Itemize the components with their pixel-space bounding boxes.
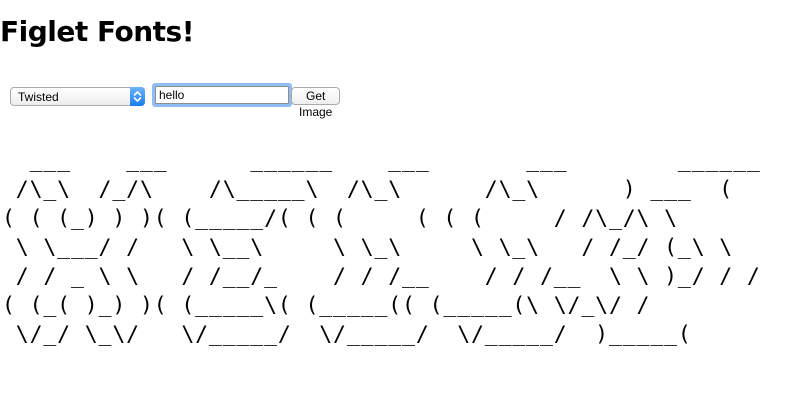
- figlet-output: ___ ___ ______ ___ ___ ______ /\_\ /_/\ …: [2, 148, 761, 347]
- get-image-button[interactable]: Get Image: [291, 87, 341, 119]
- font-select-value: Twisted: [18, 90, 59, 104]
- page-title: Figlet Fonts!: [0, 15, 194, 48]
- select-arrows-icon: [130, 87, 145, 106]
- text-input[interactable]: [155, 86, 289, 104]
- font-select[interactable]: Twisted: [10, 87, 145, 106]
